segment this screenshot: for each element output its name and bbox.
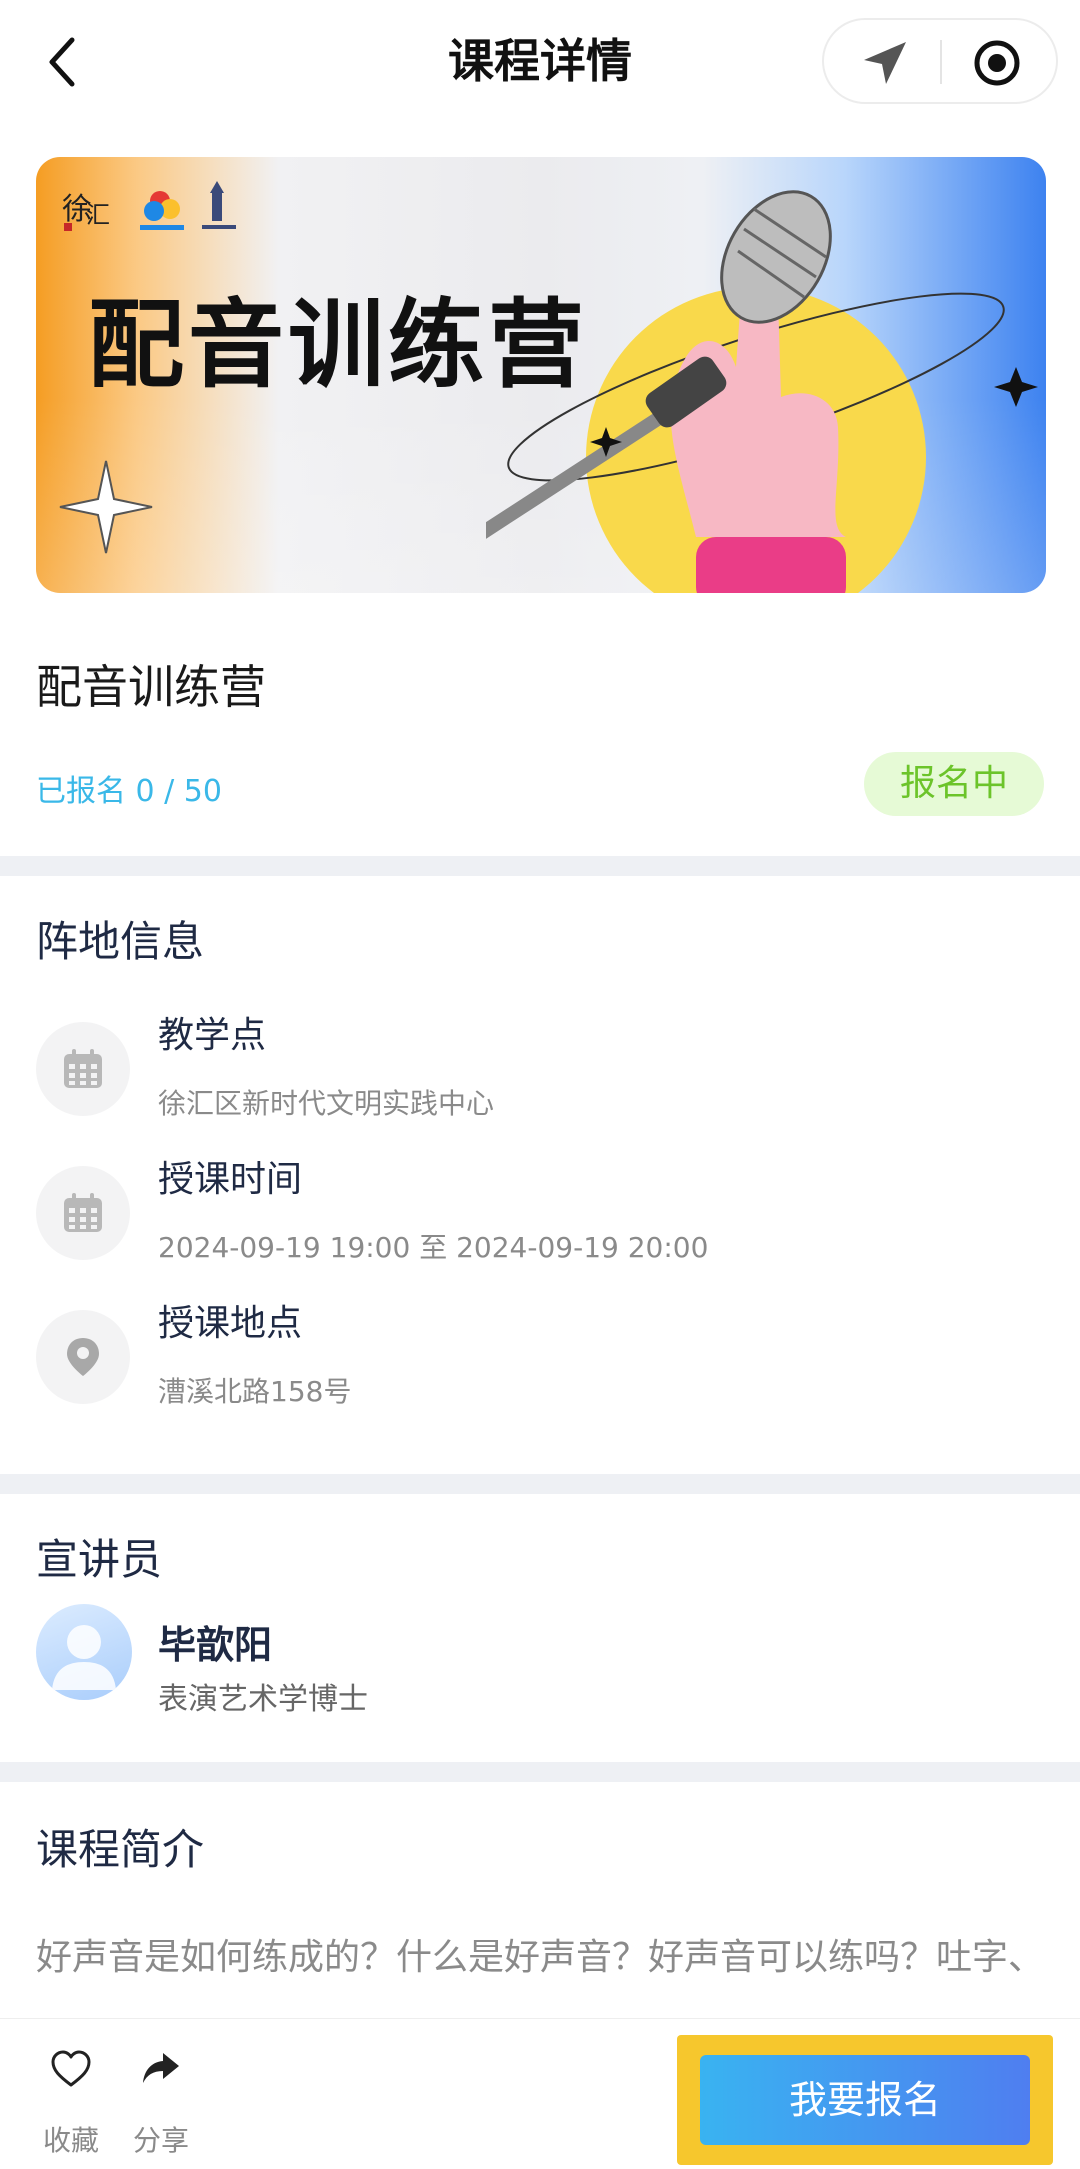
venue-item-icon-bg: [36, 1310, 130, 1404]
class-location-label: 授课地点: [158, 1303, 303, 1344]
teaching-site-value: 徐汇区新时代文明实践中心: [158, 1087, 495, 1120]
course-title: 配音训练营: [36, 660, 266, 714]
share-label: 分享: [132, 2124, 189, 2157]
microphone-hand-illustration: [486, 190, 1038, 593]
class-time-value: 2024-09-19 19:00 至 2024-09-19 20:00: [158, 1231, 709, 1264]
svg-text:汇: 汇: [86, 201, 110, 229]
share-button[interactable]: 分享: [126, 2049, 196, 2157]
enroll-highlight: 我要报名: [677, 2035, 1053, 2165]
teaching-site-label: 教学点: [158, 1015, 267, 1056]
speaker-section-title: 宣讲员: [36, 1535, 163, 1584]
favorite-button[interactable]: 收藏: [36, 2049, 106, 2157]
map-pin-icon: [67, 1338, 99, 1376]
share-icon: [143, 2053, 179, 2083]
course-banner: 徐 汇 配音训练营: [36, 157, 1046, 593]
avatar: [36, 1604, 132, 1700]
intro-section-title: 课程简介: [36, 1825, 205, 1874]
nav-bar: 课程详情: [0, 0, 1080, 125]
mini-program-capsule: [822, 18, 1058, 104]
venue-section-title: 阵地信息: [36, 917, 205, 966]
calendar-icon: [64, 1193, 102, 1232]
capsule-divider: [940, 40, 942, 84]
speaker-name: 毕歆阳: [158, 1623, 273, 1667]
section-divider: [0, 1474, 1080, 1494]
location-arrow-icon: [864, 42, 906, 84]
close-miniprogram-button[interactable]: [972, 38, 1022, 88]
heart-icon: [51, 2050, 91, 2087]
speaker-title: 表演艺术学博士: [158, 1682, 368, 1717]
section-divider: [0, 1762, 1080, 1782]
calendar-icon: [64, 1049, 102, 1088]
enrollment-count: 已报名 0 / 50: [36, 774, 222, 809]
target-icon: [974, 40, 1020, 86]
sparkle-icon: [59, 460, 153, 554]
intro-text: 好声音是如何练成的？什么是好声音？好声音可以练吗？吐字、发声、表达训练表情并茂，…: [36, 1937, 1045, 1978]
location-button[interactable]: [860, 38, 910, 88]
class-location-value: 漕溪北路158号: [158, 1375, 352, 1408]
status-badge: 报名中: [864, 752, 1044, 816]
venue-item-icon-bg: [36, 1166, 130, 1260]
bottom-action-bar: 收藏 分享 我要报名: [0, 2018, 1080, 2169]
favorite-label: 收藏: [42, 2124, 99, 2157]
organizer-logos: 徐 汇: [62, 181, 236, 231]
user-icon: [52, 1625, 116, 1690]
venue-item-icon-bg: [36, 1022, 130, 1116]
enroll-button[interactable]: 我要报名: [700, 2055, 1030, 2145]
section-divider: [0, 856, 1080, 876]
class-time-label: 授课时间: [158, 1159, 303, 1200]
